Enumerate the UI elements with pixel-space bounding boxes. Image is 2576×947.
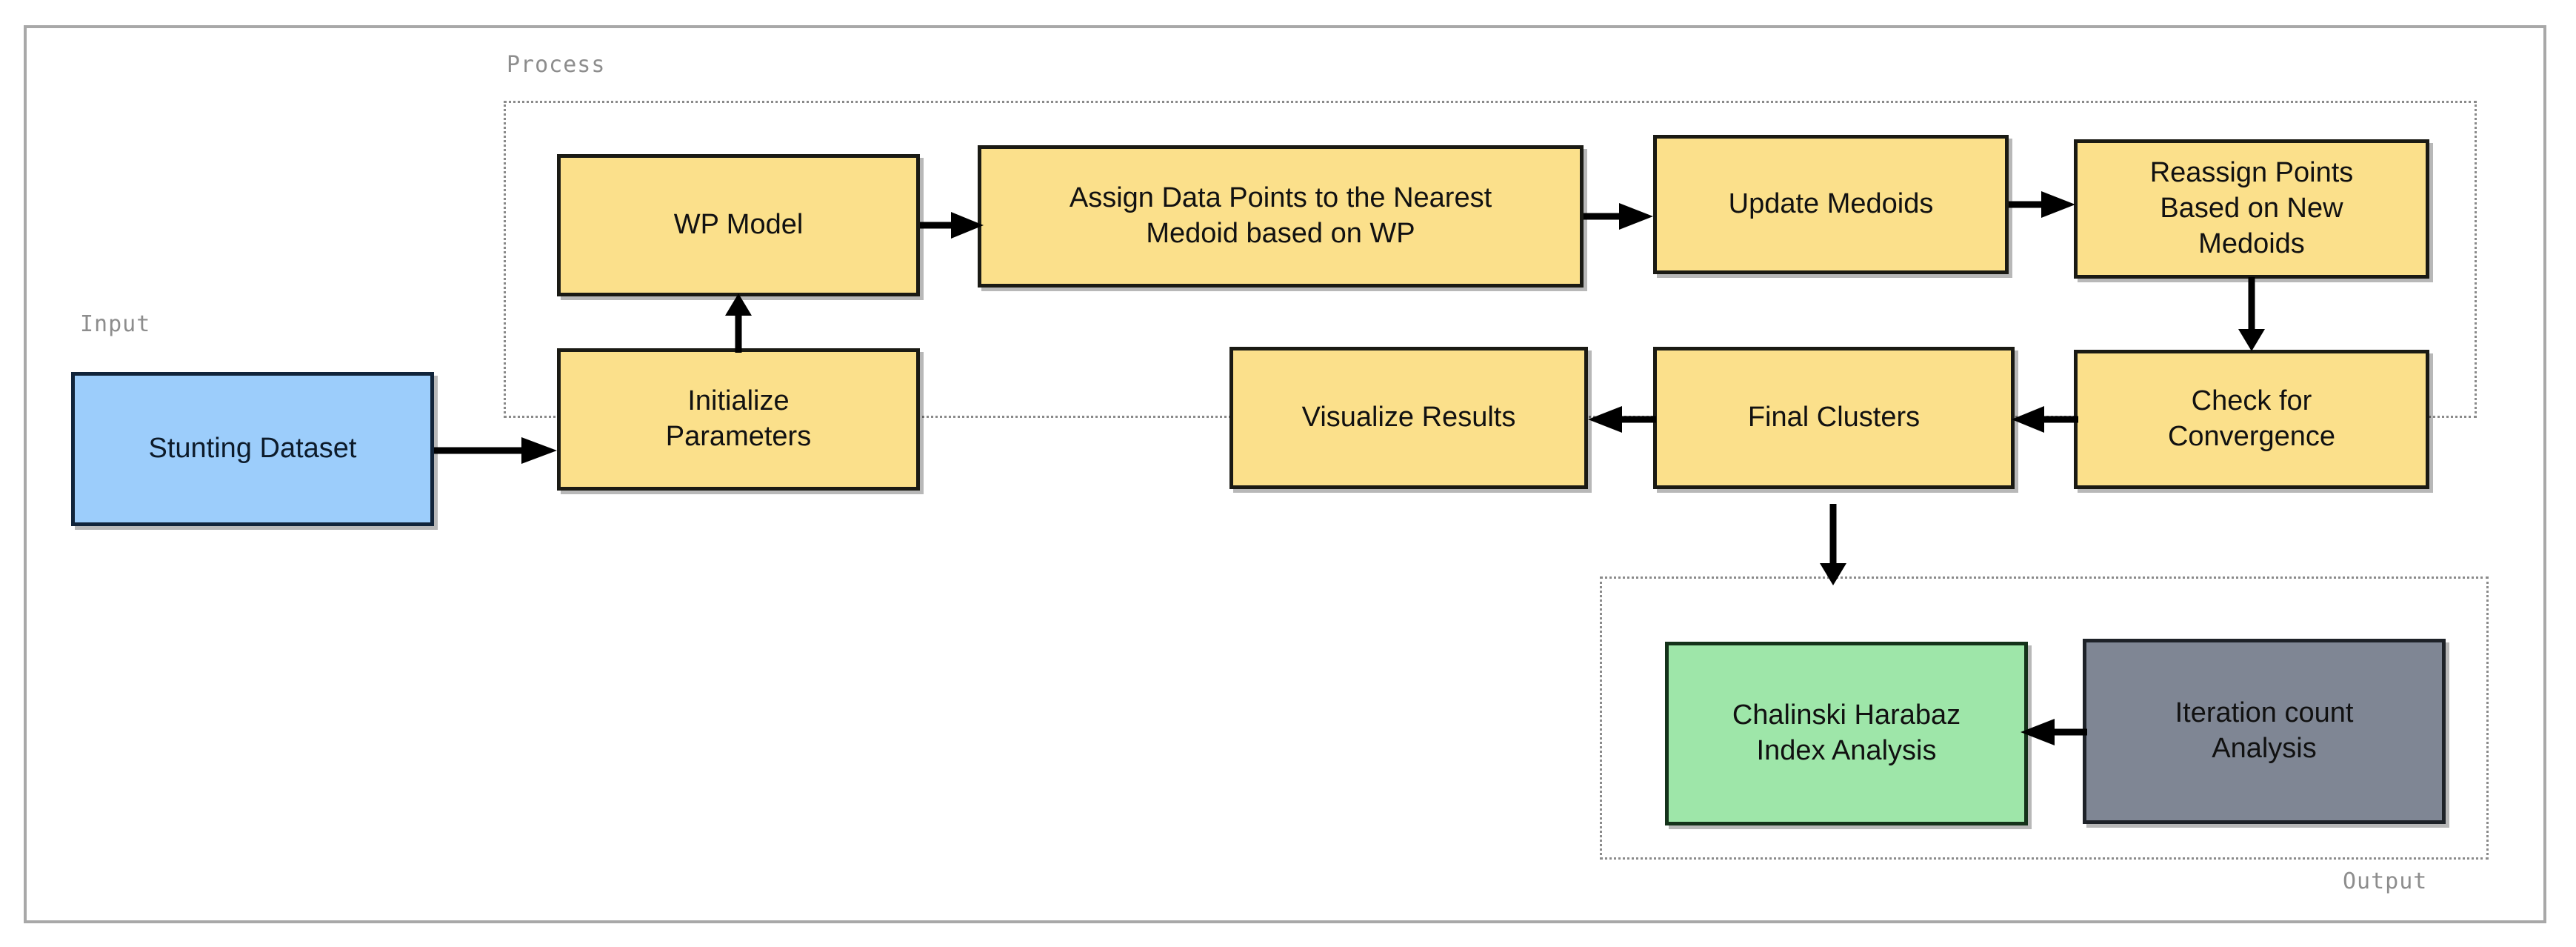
node-stunting-dataset[interactable]: Stunting Dataset [71, 372, 434, 526]
node-stunting-dataset-label: Stunting Dataset [148, 433, 357, 465]
process-group-label: Process [507, 52, 606, 78]
node-chalinski-harabaz-line1: Chalinski Harabaz [1732, 700, 1961, 731]
node-initialize-parameters-line2: Parameters [665, 421, 812, 452]
node-assign-data-points[interactable]: Assign Data Points to the Nearest Medoid… [978, 145, 1584, 288]
node-initialize-parameters-label: Initialize Parameters [666, 384, 811, 455]
node-iteration-count-line2: Analysis [2212, 733, 2317, 764]
node-chalinski-harabaz-index-analysis[interactable]: Chalinski Harabaz Index Analysis [1665, 642, 2028, 825]
node-check-for-convergence[interactable]: Check for Convergence [2074, 350, 2429, 489]
node-final-clusters[interactable]: Final Clusters [1653, 347, 2015, 489]
node-reassign-points-line3: Medoids [2198, 227, 2305, 259]
node-iteration-count-analysis[interactable]: Iteration count Analysis [2083, 639, 2446, 824]
node-iteration-count-label: Iteration count Analysis [2175, 696, 2354, 767]
arrow-dataset-to-wp-model [434, 436, 560, 465]
diagram-canvas: Input Process Output Stunting Dataset WP… [0, 0, 2576, 947]
node-update-medoids[interactable]: Update Medoids [1653, 135, 2009, 274]
node-assign-data-points-label: Assign Data Points to the Nearest Medoid… [1070, 181, 1492, 252]
node-reassign-points-line2: Based on New [2160, 193, 2343, 225]
node-iteration-count-line1: Iteration count [2175, 697, 2354, 729]
node-check-for-convergence-label: Check for Convergence [2168, 384, 2335, 455]
arrow-final-clusters-to-visualize [1586, 405, 1656, 434]
input-group-label: Input [80, 311, 151, 337]
output-group-label: Output [2343, 868, 2428, 894]
node-chalinski-harabaz-line2: Index Analysis [1756, 735, 1937, 766]
node-initialize-parameters-line1: Initialize [687, 385, 790, 417]
arrow-iteration-to-chalinski [2019, 717, 2087, 747]
node-assign-data-points-line2: Medoid based on WP [1146, 218, 1415, 249]
node-visualize-results[interactable]: Visualize Results [1229, 347, 1588, 489]
node-visualize-results-label: Visualize Results [1301, 402, 1516, 433]
node-initialize-parameters[interactable]: Initialize Parameters [557, 348, 920, 491]
arrow-final-clusters-to-output [1818, 504, 1848, 587]
node-reassign-points-line1: Reassign Points [2149, 157, 2354, 189]
node-wp-model-label: WP Model [673, 209, 804, 241]
arrow-check-convergence-to-final-clusters [2010, 405, 2078, 434]
node-assign-data-points-line1: Assign Data Points to the Nearest [1069, 182, 1492, 214]
arrow-assign-to-update-medoids [1584, 202, 1658, 231]
node-reassign-points[interactable]: Reassign Points Based on New Medoids [2074, 139, 2429, 279]
arrow-reassign-to-check-convergence [2237, 277, 2266, 353]
arrow-initialize-to-wp-model [724, 293, 753, 353]
arrow-wp-model-to-assign [920, 210, 987, 240]
node-check-for-convergence-line2: Convergence [2167, 421, 2336, 452]
node-final-clusters-label: Final Clusters [1747, 402, 1921, 433]
arrow-update-medoids-to-reassign [2009, 190, 2079, 219]
node-wp-model[interactable]: WP Model [557, 154, 920, 296]
node-update-medoids-label: Update Medoids [1728, 188, 1934, 220]
node-reassign-points-label: Reassign Points Based on New Medoids [2150, 156, 2354, 262]
node-check-for-convergence-line1: Check for [2191, 385, 2312, 417]
node-chalinski-harabaz-label: Chalinski Harabaz Index Analysis [1732, 698, 1961, 769]
